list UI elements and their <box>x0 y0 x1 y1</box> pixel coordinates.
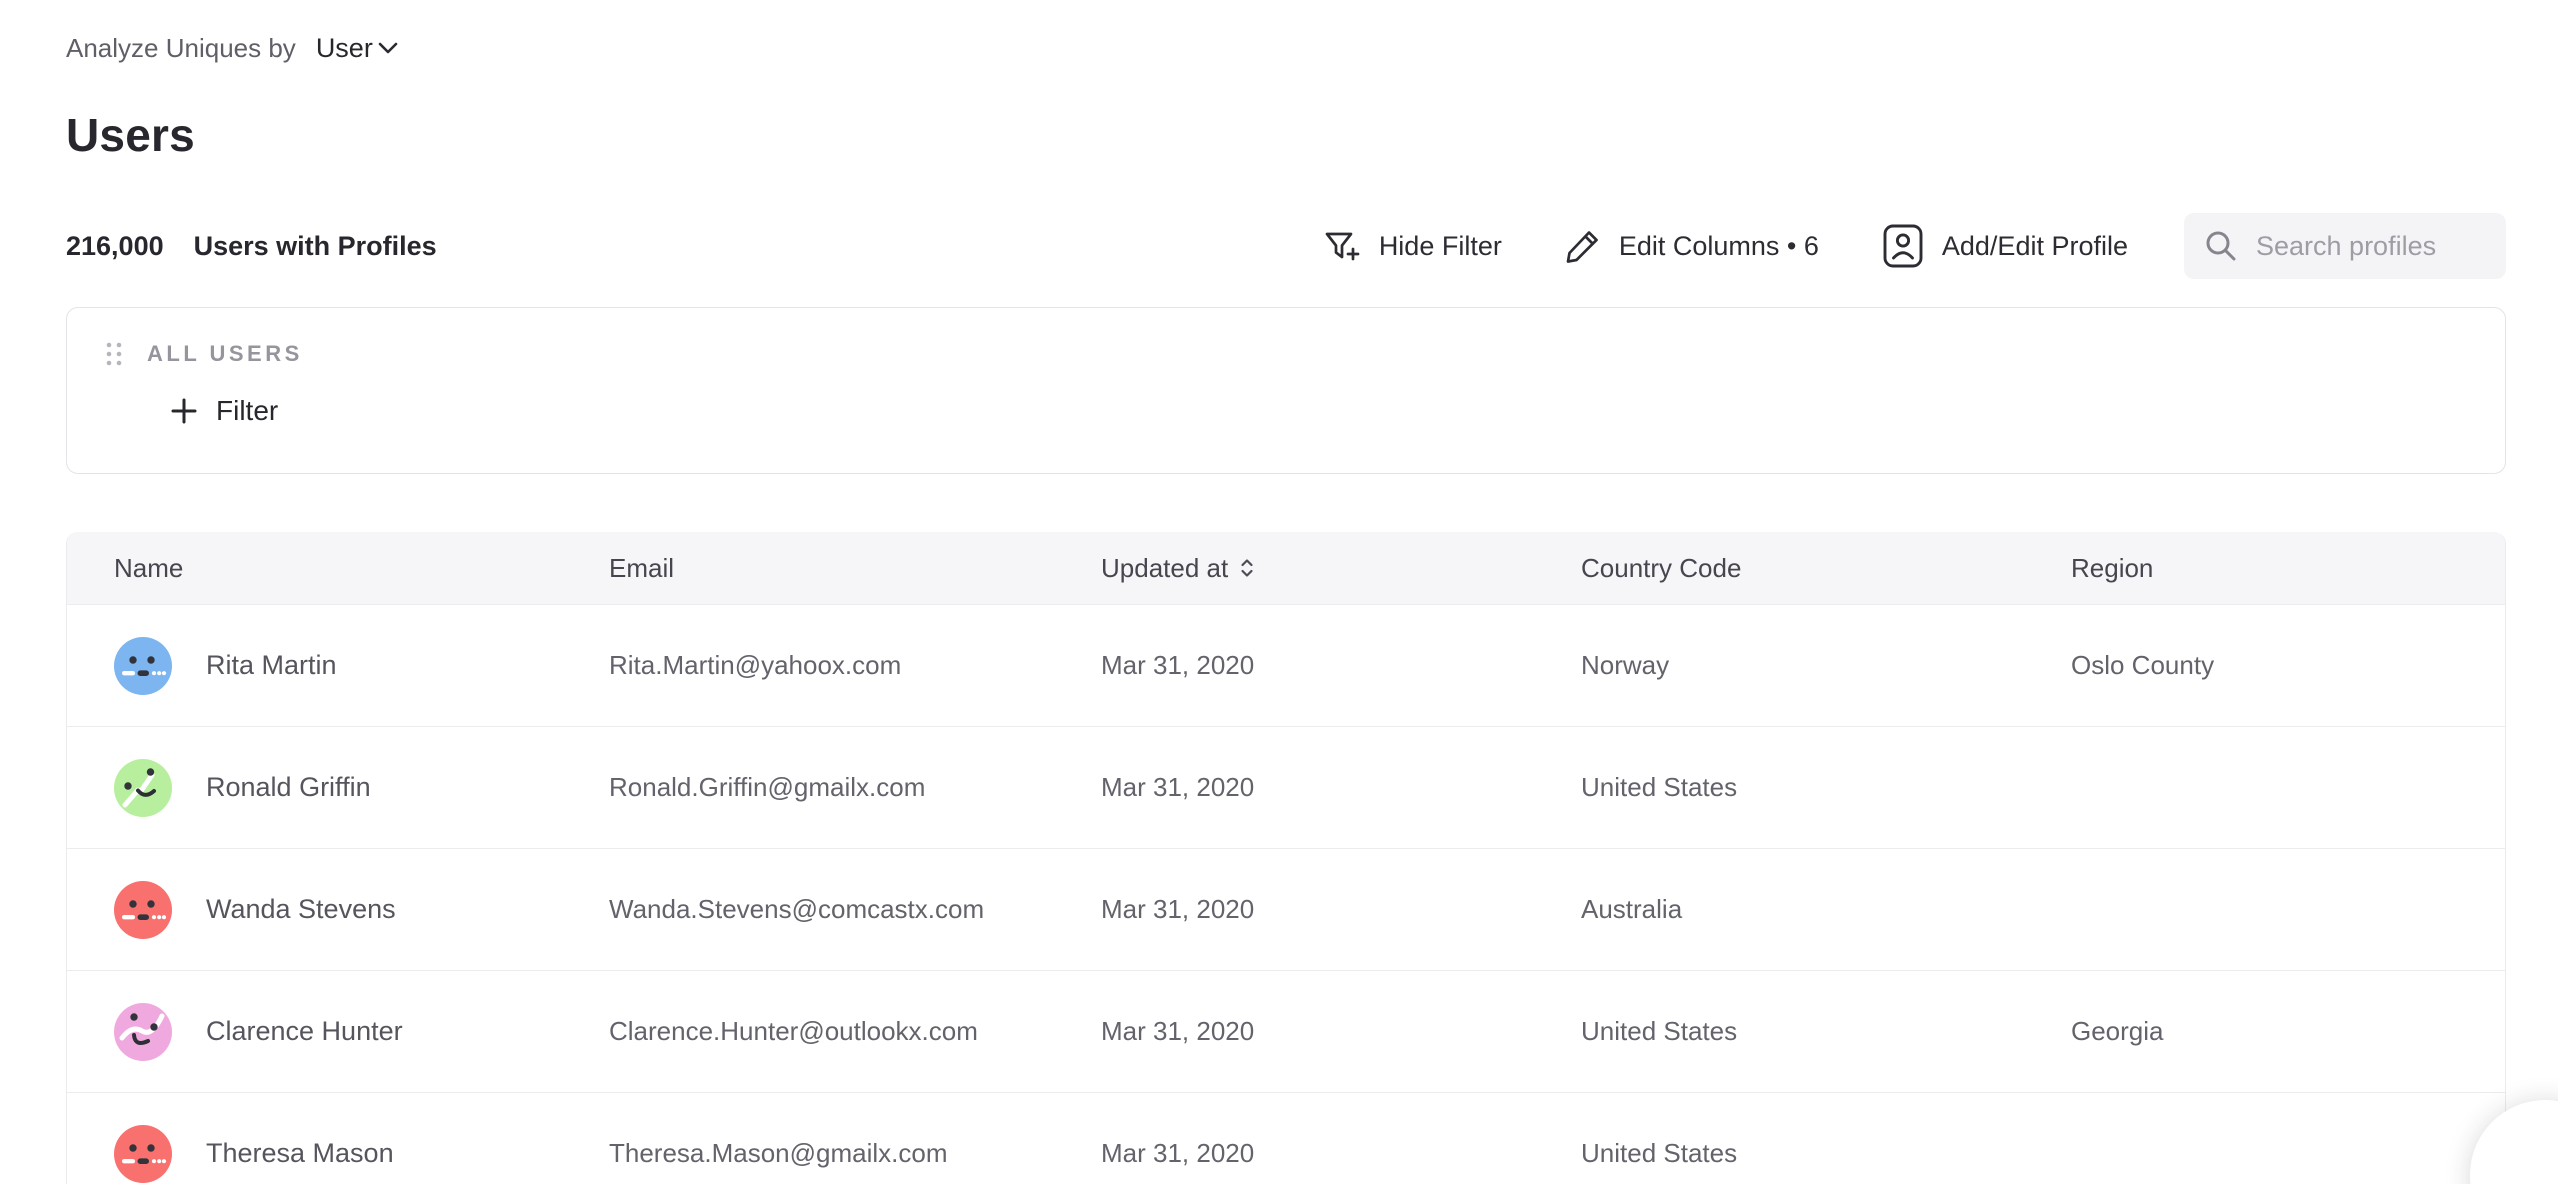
user-email: Ronald.Griffin@gmailx.com <box>609 772 1101 803</box>
profile-count-number: 216,000 <box>66 231 164 262</box>
filter-group-label: ALL USERS <box>147 341 303 367</box>
table-row[interactable]: Theresa Mason Theresa.Mason@gmailx.com M… <box>67 1092 2505 1184</box>
analyze-by-value: User <box>316 33 373 64</box>
pencil-icon <box>1564 227 1602 265</box>
users-table: Name Email Updated at Country Code Regio… <box>66 532 2506 1184</box>
drag-handle-icon[interactable] <box>105 340 123 368</box>
user-updated-at: Mar 31, 2020 <box>1101 1138 1581 1169</box>
add-edit-profile-button[interactable]: Add/Edit Profile <box>1881 222 2128 270</box>
table-row[interactable]: Clarence Hunter Clarence.Hunter@outlookx… <box>67 970 2505 1092</box>
user-updated-at: Mar 31, 2020 <box>1101 650 1581 681</box>
avatar <box>114 637 172 695</box>
user-email: Wanda.Stevens@comcastx.com <box>609 894 1101 925</box>
user-country: Norway <box>1581 650 2071 681</box>
page-title: Users <box>66 108 2506 162</box>
profile-badge-icon <box>1881 222 1925 270</box>
column-header-name[interactable]: Name <box>67 553 609 584</box>
search-profiles-box[interactable] <box>2184 213 2506 279</box>
add-filter-button[interactable]: Filter <box>169 395 278 427</box>
column-header-country-code[interactable]: Country Code <box>1581 553 2071 584</box>
avatar <box>114 881 172 939</box>
filter-group-row: ALL USERS <box>105 340 2505 368</box>
profile-count: 216,000 Users with Profiles <box>66 231 437 262</box>
user-country: Australia <box>1581 894 2071 925</box>
user-email: Clarence.Hunter@outlookx.com <box>609 1016 1101 1047</box>
table-row[interactable]: Rita Martin Rita.Martin@yahoox.com Mar 3… <box>67 604 2505 726</box>
user-region: Oslo County <box>2071 650 2506 681</box>
edit-columns-button[interactable]: Edit Columns • 6 <box>1564 227 1819 265</box>
users-page: Analyze Uniques by User Users 216,000 Us… <box>0 0 2558 1184</box>
column-header-region[interactable]: Region <box>2071 553 2506 584</box>
avatar <box>114 759 172 817</box>
sort-arrows-icon[interactable] <box>1238 557 1256 579</box>
add-edit-profile-label: Add/Edit Profile <box>1942 231 2128 262</box>
user-country: United States <box>1581 1016 2071 1047</box>
avatar <box>114 1125 172 1183</box>
controls-row: 216,000 Users with Profiles Hide Filter … <box>66 212 2506 280</box>
funnel-plus-icon <box>1320 225 1362 267</box>
table-row[interactable]: Wanda Stevens Wanda.Stevens@comcastx.com… <box>67 848 2505 970</box>
plus-icon <box>169 396 199 426</box>
user-name: Rita Martin <box>206 650 337 681</box>
toolbar: Hide Filter Edit Columns • 6 Add/Edit Pr… <box>1320 213 2506 279</box>
filter-card: ALL USERS Filter <box>66 307 2506 474</box>
user-updated-at: Mar 31, 2020 <box>1101 1016 1581 1047</box>
user-country: United States <box>1581 772 2071 803</box>
column-header-email[interactable]: Email <box>609 553 1101 584</box>
avatar <box>114 1003 172 1061</box>
user-updated-at: Mar 31, 2020 <box>1101 772 1581 803</box>
hide-filter-button[interactable]: Hide Filter <box>1320 225 1502 267</box>
user-name: Wanda Stevens <box>206 894 396 925</box>
user-updated-at: Mar 31, 2020 <box>1101 894 1581 925</box>
user-region: Georgia <box>2071 1016 2506 1047</box>
hide-filter-label: Hide Filter <box>1379 231 1502 262</box>
user-email: Theresa.Mason@gmailx.com <box>609 1138 1101 1169</box>
search-profiles-input[interactable] <box>2256 231 2486 262</box>
user-name: Ronald Griffin <box>206 772 371 803</box>
column-header-updated-at[interactable]: Updated at <box>1101 553 1581 584</box>
analyze-by-dropdown[interactable]: User <box>310 33 399 64</box>
user-name: Theresa Mason <box>206 1138 394 1169</box>
analyze-uniques-bar: Analyze Uniques by User <box>66 30 2506 66</box>
chevron-down-icon <box>377 41 399 55</box>
profile-count-label: Users with Profiles <box>194 231 437 262</box>
search-icon <box>2204 229 2238 263</box>
edit-columns-label: Edit Columns • 6 <box>1619 231 1819 262</box>
analyze-uniques-label: Analyze Uniques by <box>66 33 296 64</box>
table-row[interactable]: Ronald Griffin Ronald.Griffin@gmailx.com… <box>67 726 2505 848</box>
add-filter-label: Filter <box>216 395 278 427</box>
user-email: Rita.Martin@yahoox.com <box>609 650 1101 681</box>
user-name: Clarence Hunter <box>206 1016 403 1047</box>
user-country: United States <box>1581 1138 2071 1169</box>
table-header: Name Email Updated at Country Code Regio… <box>67 532 2505 604</box>
